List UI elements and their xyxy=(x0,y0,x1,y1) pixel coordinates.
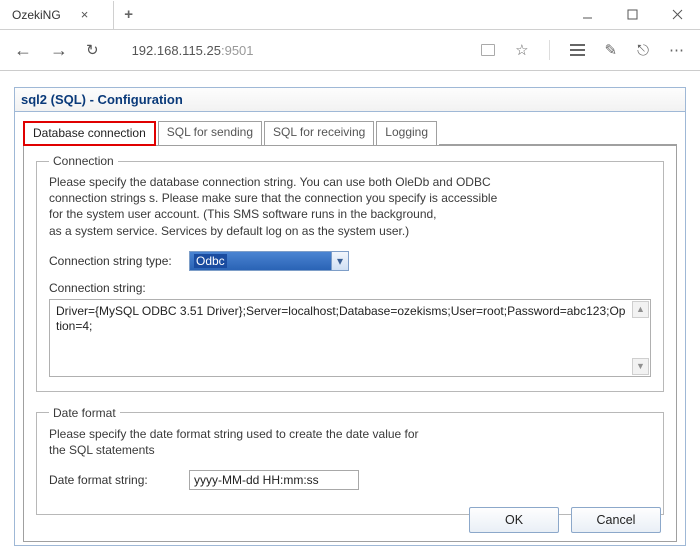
more-icon[interactable]: ⋯ xyxy=(669,41,684,59)
scroll-up-button[interactable]: ▲ xyxy=(632,301,649,318)
new-tab-button[interactable]: + xyxy=(114,6,143,23)
page-title: sql2 (SQL) - Configuration xyxy=(14,87,686,111)
dateformat-fieldset: Date format Please specify the date form… xyxy=(36,406,664,515)
tab-database-connection[interactable]: Database connection xyxy=(23,121,156,146)
connection-string-label: Connection string: xyxy=(49,281,189,295)
connection-string-textarea[interactable]: Driver={MySQL ODBC 3.51 Driver};Server=l… xyxy=(49,299,651,377)
connection-string-value: Driver={MySQL ODBC 3.51 Driver};Server=l… xyxy=(56,304,628,335)
window-close-button[interactable] xyxy=(655,1,700,29)
forward-button[interactable]: → xyxy=(50,40,68,61)
favorites-icon[interactable]: ☆ xyxy=(515,41,528,59)
window-maximize-button[interactable] xyxy=(610,1,655,29)
dateformat-label: Date format string: xyxy=(49,473,189,487)
dateformat-input[interactable] xyxy=(189,470,359,490)
chevron-down-icon: ▾ xyxy=(331,252,348,270)
browser-tab[interactable]: OzekiNG × xyxy=(0,1,114,29)
connection-type-label: Connection string type: xyxy=(49,254,189,268)
window-minimize-button[interactable] xyxy=(565,1,610,29)
browser-tab-title: OzekiNG xyxy=(12,8,61,22)
reading-view-icon[interactable] xyxy=(481,44,495,56)
connection-description: Please specify the database connection s… xyxy=(49,174,651,239)
config-panel: Database connection SQL for sending SQL … xyxy=(14,111,686,546)
address-host: 192.168.115.25 xyxy=(132,43,221,58)
share-icon[interactable]: ⎋ xyxy=(637,42,649,59)
tab-logging[interactable]: Logging xyxy=(376,121,437,146)
connection-legend: Connection xyxy=(49,154,118,168)
refresh-button[interactable]: ↻ xyxy=(86,41,99,59)
tab-sql-sending[interactable]: SQL for sending xyxy=(158,121,262,146)
connection-type-select[interactable]: Odbc ▾ xyxy=(189,251,349,271)
hub-icon[interactable] xyxy=(570,44,585,56)
close-tab-icon[interactable]: × xyxy=(81,7,89,22)
tab-page-database-connection: Connection Please specify the database c… xyxy=(23,145,677,542)
separator xyxy=(549,40,550,60)
connection-fieldset: Connection Please specify the database c… xyxy=(36,154,664,392)
ok-button[interactable]: OK xyxy=(469,507,559,533)
note-icon[interactable]: ✎ xyxy=(605,41,618,59)
connection-type-value: Odbc xyxy=(194,254,227,268)
dateformat-description: Please specify the date format string us… xyxy=(49,426,651,458)
address-bar[interactable]: 192.168.115.25:9501 xyxy=(117,43,470,58)
dateformat-legend: Date format xyxy=(49,406,120,420)
tab-sql-receiving[interactable]: SQL for receiving xyxy=(264,121,374,146)
back-button[interactable]: ← xyxy=(14,40,32,61)
address-port: :9501 xyxy=(221,43,254,58)
cancel-button[interactable]: Cancel xyxy=(571,507,661,533)
scroll-down-button[interactable]: ▼ xyxy=(632,358,649,375)
